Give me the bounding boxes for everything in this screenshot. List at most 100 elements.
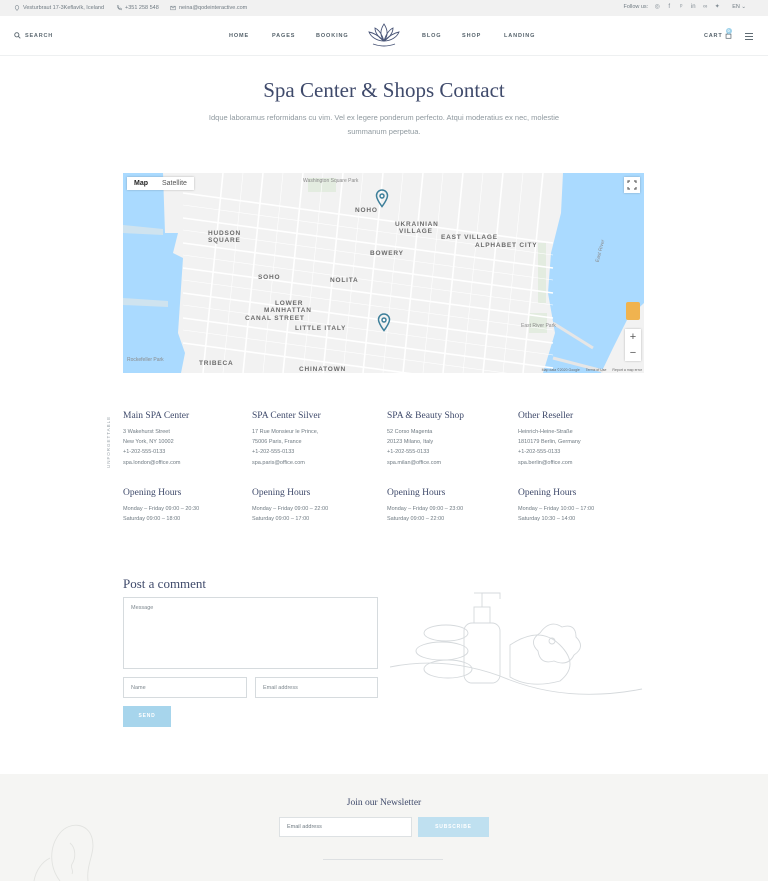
map-label-bowery: BOWERY: [370, 250, 404, 257]
tripadvisor-icon[interactable]: ∞: [702, 4, 708, 10]
map-terms-link[interactable]: Terms of Use: [586, 368, 607, 372]
address-info: Vesturbraut 17-3Keflavík, Iceland: [14, 5, 104, 11]
map-type-satellite-button[interactable]: Satellite: [155, 177, 194, 190]
location-phone[interactable]: +1-202-555-0133: [123, 447, 251, 457]
location-email[interactable]: spa.london@office.com: [123, 458, 251, 468]
facebook-icon[interactable]: f: [666, 4, 672, 10]
page-subtitle: Idque laboramus reformidans cu vim. Vel …: [208, 113, 560, 136]
opening-hours-card: Opening Hours Monday – Friday 10:00 – 17…: [518, 488, 646, 524]
language-label: EN: [732, 4, 740, 10]
location-email[interactable]: spa.paris@office.com: [252, 458, 380, 468]
map-label-east-river-park: East River Park: [521, 323, 556, 329]
opening-hours-title: Opening Hours: [123, 488, 182, 498]
search-label: SEARCH: [25, 32, 54, 39]
nav-pages[interactable]: PAGES: [272, 33, 295, 39]
map-label-soho: SOHO: [258, 274, 281, 281]
map-footer: Map data ©2020 Google Terms of Use Repor…: [542, 368, 642, 372]
email-info[interactable]: neina@qodeinteractive.com: [170, 5, 247, 11]
newsletter-email-input[interactable]: Email address: [279, 817, 412, 837]
location-phone[interactable]: +1-202-555-0133: [518, 447, 646, 457]
map-label-chinatown: CHINATOWN: [299, 366, 347, 373]
name-input[interactable]: Name: [123, 677, 247, 698]
map-report-link[interactable]: Report a map error: [612, 368, 642, 372]
page-title: Spa Center & Shops Contact: [263, 78, 505, 102]
newsletter-email-placeholder: Email address: [287, 824, 322, 830]
footer-divider: [323, 859, 443, 860]
woman-silhouette-illustration: [33, 824, 94, 881]
spa-products-illustration: [390, 592, 643, 695]
cart-label: CART: [704, 32, 723, 39]
fullscreen-button[interactable]: [624, 177, 640, 193]
zoom-controls: + −: [625, 329, 641, 361]
subscribe-button[interactable]: SUBSCRIBE: [418, 817, 489, 837]
social-links: Follow us: ◎ f ᵖ in ∞ ✦ EN ⌄: [623, 4, 746, 10]
side-vertical-label: UNFORGETTABLE: [106, 415, 111, 468]
send-button[interactable]: SEND: [123, 706, 171, 727]
map-label-rockefeller: Rockefeller Park: [127, 357, 164, 363]
map-label-alphabet-city: ALPHABET CITY: [475, 242, 538, 249]
comment-section-title: Post a comment: [123, 576, 207, 591]
map-label-nolita: NOLITA: [330, 277, 359, 284]
google-map[interactable]: Washington Square Park NOHO UKRAINIAN VI…: [123, 173, 644, 373]
hours-saturday: Saturday 09:00 – 17:00: [252, 516, 310, 523]
opening-hours-card: Opening Hours Monday – Friday 09:00 – 20…: [123, 488, 251, 524]
email-input[interactable]: Email address: [255, 677, 378, 698]
chevron-down-icon: ⌄: [741, 4, 746, 10]
location-card: SPA Center Silver 17 Rue Monsieur le Pri…: [252, 411, 380, 468]
location-address-line: Heinrich-Heine-Straße: [518, 429, 573, 435]
language-selector[interactable]: EN ⌄: [732, 4, 746, 10]
map-attribution: Map data ©2020 Google: [541, 368, 580, 372]
main-header: SEARCH HOME PAGES BOOKING BLOG SHOP LAND…: [0, 16, 768, 56]
map-label-washington-square: Washington Square Park: [303, 178, 359, 184]
nav-home[interactable]: HOME: [229, 33, 249, 39]
location-city-line: 75006 Paris, France: [252, 439, 302, 446]
map-type-map-button[interactable]: Map: [127, 177, 155, 190]
hours-weekday: Monday – Friday 09:00 – 20:30: [123, 506, 200, 512]
fullscreen-icon: [627, 180, 637, 190]
zoom-out-button[interactable]: −: [625, 345, 641, 361]
location-email[interactable]: spa.milan@office.com: [387, 458, 515, 468]
map-canvas[interactable]: [123, 173, 644, 373]
newsletter-title: Join our Newsletter: [346, 798, 422, 808]
map-label-little-italy: LITTLE ITALY: [295, 325, 347, 332]
location-pin-icon: [14, 5, 20, 11]
nav-shop[interactable]: SHOP: [462, 33, 481, 39]
street-view-pegman-icon[interactable]: [626, 302, 640, 320]
hours-saturday: Saturday 09:00 – 18:00: [123, 516, 181, 523]
hours-weekday: Monday – Friday 09:00 – 23:00: [387, 506, 464, 512]
map-label-manhattan: MANHATTAN: [264, 307, 312, 314]
email-placeholder: Email address: [263, 685, 298, 691]
cart-button[interactable]: CART 0: [704, 28, 732, 39]
map-label-lower: LOWER: [275, 300, 304, 307]
name-placeholder: Name: [131, 685, 146, 691]
twitter-icon[interactable]: ✦: [714, 4, 720, 10]
location-email[interactable]: spa.berlin@office.com: [518, 458, 646, 468]
opening-hours-card: Opening Hours Monday – Friday 09:00 – 23…: [387, 488, 515, 524]
location-address-line: 17 Rue Monsieur le Prince,: [252, 429, 319, 435]
phone-info[interactable]: +351 258 548: [116, 5, 159, 11]
location-phone[interactable]: +1-202-555-0133: [252, 447, 380, 457]
nav-blog[interactable]: BLOG: [422, 33, 442, 39]
address-text: Vesturbraut 17-3Keflavík, Iceland: [23, 5, 105, 11]
location-card: Other Reseller Heinrich-Heine-Straße 181…: [518, 411, 646, 468]
nav-landing[interactable]: LANDING: [504, 33, 535, 39]
nav-booking[interactable]: BOOKING: [316, 33, 349, 39]
email-text: neina@qodeinteractive.com: [179, 5, 248, 11]
lotus-logo[interactable]: [365, 20, 403, 48]
location-phone[interactable]: +1-202-555-0133: [387, 447, 515, 457]
map-label-hudson: HUDSON: [208, 230, 241, 237]
message-textarea[interactable]: Message: [123, 597, 378, 669]
search-button[interactable]: SEARCH: [14, 32, 53, 39]
opening-hours-title: Opening Hours: [387, 488, 446, 498]
location-city-line: 1810179 Berlin, Germany: [518, 439, 581, 446]
map-label-village: VILLAGE: [399, 228, 433, 235]
zoom-in-button[interactable]: +: [625, 329, 641, 345]
location-name: SPA & Beauty Shop: [387, 411, 464, 421]
pinterest-icon[interactable]: ᵖ: [678, 4, 684, 10]
hamburger-menu-icon[interactable]: [745, 33, 753, 42]
phone-text: +351 258 548: [125, 5, 159, 11]
instagram-icon[interactable]: ◎: [654, 4, 660, 10]
linkedin-icon[interactable]: in: [690, 4, 696, 10]
location-city-line: New York, NY 10002: [123, 439, 174, 446]
location-address-line: 3 Wakehurst Street: [123, 429, 170, 435]
